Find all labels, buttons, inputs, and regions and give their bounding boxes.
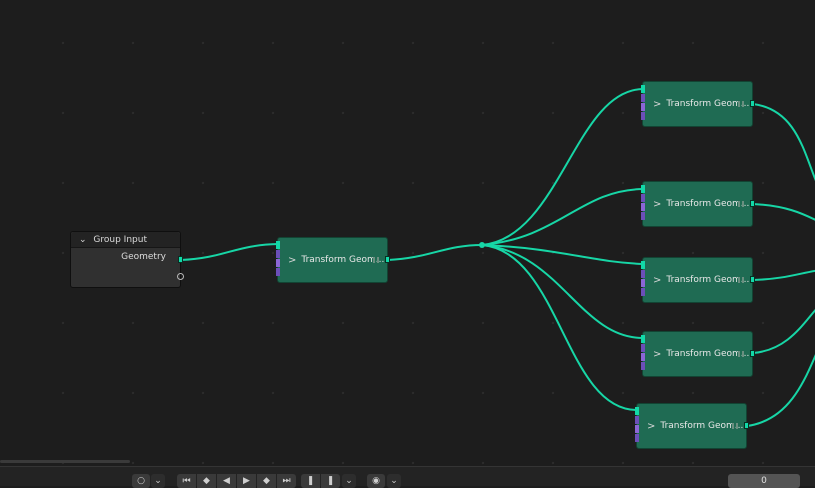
link-reroute-to-node-1: [481, 88, 644, 246]
jump-start-icon[interactable]: ⏮: [177, 474, 196, 488]
input-sockets[interactable]: [641, 185, 645, 221]
group-input-title: Group Input: [93, 235, 147, 245]
chevron-right-icon[interactable]: >: [653, 199, 661, 210]
transform-geometry-node-1[interactable]: > Transform Geom...: [641, 81, 755, 127]
chevron-down-icon[interactable]: ⌄: [342, 474, 356, 488]
chevron-down-icon[interactable]: ⌄: [151, 474, 165, 488]
transform-geometry-node-3[interactable]: > Transform Geom...: [641, 257, 755, 303]
geometry-output-socket[interactable]: [750, 100, 755, 107]
link-reroute-to-node-3: [481, 244, 644, 265]
node-editor-canvas[interactable]: ⌄ Group Input Geometry > Transform Geom.…: [0, 0, 815, 466]
play-icon[interactable]: ▶: [237, 474, 256, 488]
input-sockets[interactable]: [641, 261, 645, 297]
keyframe-nav: ❚ ❚: [301, 474, 340, 488]
geometry-output-socket[interactable]: [750, 350, 755, 357]
prev-frame-icon[interactable]: ❚: [301, 474, 320, 488]
jump-end-icon[interactable]: ⏭: [277, 474, 296, 488]
node-title: Transform Geom...: [666, 99, 750, 109]
input-sockets[interactable]: [641, 335, 645, 371]
next-keyframe-icon[interactable]: ◆: [257, 474, 276, 488]
node-collapse-icon[interactable]: [738, 201, 744, 207]
input-sockets[interactable]: [276, 241, 280, 277]
geometry-output-label: Geometry: [121, 252, 166, 262]
node-collapse-icon[interactable]: [373, 257, 379, 263]
node-title: Transform Geom...: [660, 421, 744, 431]
playback-controls: ⏮ ◆ ◀ ▶ ◆ ⏭: [177, 474, 296, 488]
input-sockets[interactable]: [641, 85, 645, 121]
node-collapse-icon[interactable]: [738, 351, 744, 357]
group-input-node[interactable]: ⌄ Group Input Geometry: [70, 231, 184, 288]
link-reroute-to-node-5: [481, 244, 638, 411]
transform-geometry-node-5[interactable]: > Transform Geom...: [635, 403, 749, 449]
chevron-right-icon[interactable]: >: [653, 275, 661, 286]
reroute-node[interactable]: [479, 242, 485, 248]
link-center-to-reroute: [387, 244, 483, 261]
link-node-1-out: [752, 103, 815, 182]
chevron-down-icon[interactable]: ⌄: [79, 235, 87, 245]
node-title: Transform Geom...: [666, 199, 750, 209]
geometry-output-socket[interactable]: [744, 422, 749, 429]
horizontal-scrollbar[interactable]: [0, 460, 130, 463]
input-sockets[interactable]: [635, 407, 639, 443]
empty-output-socket[interactable]: [177, 273, 184, 280]
play-reverse-icon[interactable]: ◀: [217, 474, 236, 488]
geometry-output-socket[interactable]: [750, 276, 755, 283]
chevron-right-icon[interactable]: >: [653, 349, 661, 360]
prev-keyframe-icon[interactable]: ◆: [197, 474, 216, 488]
link-node-5-out: [746, 354, 815, 427]
timeline-bar: ○ ⌄ ⏮ ◆ ◀ ▶ ◆ ⏭ ❚ ❚ ⌄ ◉ ⌄ 0: [0, 466, 815, 488]
geometry-output-socket[interactable]: [750, 200, 755, 207]
link-node-3-out: [752, 269, 815, 281]
node-title: Transform Geom...: [666, 349, 750, 359]
chevron-down-icon[interactable]: ⌄: [387, 474, 401, 488]
transform-geometry-node-center[interactable]: > Transform Geom...: [276, 237, 390, 283]
transform-geometry-node-2[interactable]: > Transform Geom...: [641, 181, 755, 227]
current-frame-field[interactable]: 0: [728, 474, 800, 488]
link-node-4-out: [752, 308, 815, 354]
transform-geometry-node-4[interactable]: > Transform Geom...: [641, 331, 755, 377]
auto-key-icon[interactable]: ◉: [367, 474, 385, 488]
link-reroute-to-node-4: [481, 244, 644, 339]
link-gi-to-center: [180, 243, 279, 261]
node-title: Transform Geom...: [666, 275, 750, 285]
node-collapse-icon[interactable]: [738, 277, 744, 283]
node-collapse-icon[interactable]: [732, 423, 738, 429]
chevron-right-icon[interactable]: >: [647, 421, 655, 432]
chevron-right-icon[interactable]: >: [288, 255, 296, 266]
link-node-2-out: [752, 203, 815, 221]
chevron-right-icon[interactable]: >: [653, 99, 661, 110]
next-frame-icon[interactable]: ❚: [321, 474, 340, 488]
keying-icon[interactable]: ○: [132, 474, 150, 488]
node-title: Transform Geom...: [301, 255, 385, 265]
node-collapse-icon[interactable]: [738, 101, 744, 107]
geometry-output-socket[interactable]: [385, 256, 390, 263]
geometry-output-socket[interactable]: [178, 256, 183, 263]
group-input-header[interactable]: ⌄ Group Input: [71, 232, 180, 248]
